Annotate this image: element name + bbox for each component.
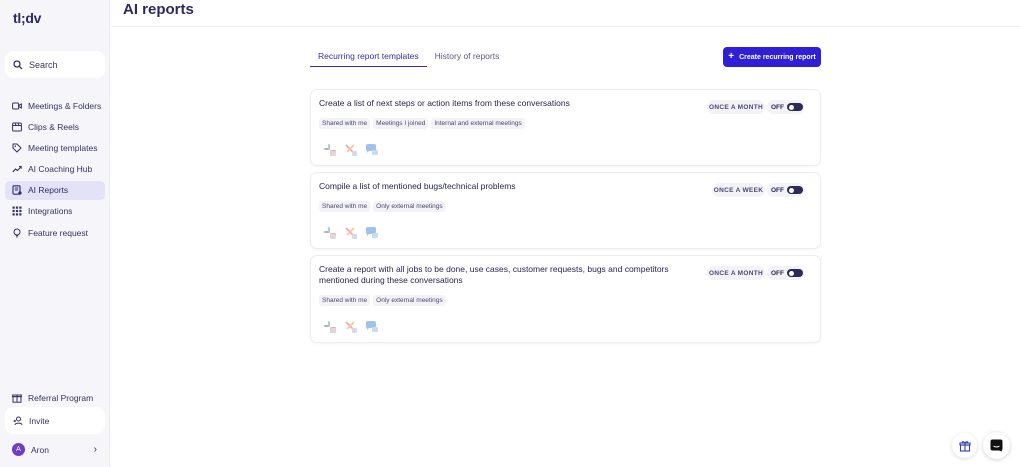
tools-icon (344, 320, 358, 334)
tag: Only external meetings (373, 201, 446, 212)
chat-icon (365, 226, 379, 240)
sidebar-item-label: Meeting templates (28, 142, 98, 153)
sidebar: tl;dv Search Meetings & Folders Clips & … (0, 0, 110, 467)
sidebar-item-templates[interactable]: Meeting templates (5, 138, 105, 157)
sidebar-item-meetings[interactable]: Meetings & Folders (5, 96, 105, 115)
trend-icon (12, 166, 22, 173)
page-header: AI reports (111, 0, 1020, 27)
gift-icon (958, 440, 971, 452)
search-icon (13, 59, 23, 69)
report-toggle[interactable]: OFF (767, 266, 804, 280)
gift-icon (12, 394, 22, 403)
search-button[interactable]: Search (5, 51, 105, 78)
gift-button[interactable] (952, 433, 977, 458)
video-icon (12, 102, 22, 109)
chat-icon (365, 143, 379, 157)
sidebar-item-feature-request[interactable]: Feature request (5, 223, 105, 242)
toggle-state: OFF (771, 269, 784, 277)
frequency-selector[interactable]: ONCE A WEEK (712, 183, 765, 197)
report-tags: Shared with me Meetings I joined Interna… (319, 118, 525, 129)
invite-button[interactable]: Invite (5, 407, 105, 434)
report-tags: Shared with me Only external meetings (319, 201, 446, 212)
page-title: AI reports (123, 1, 194, 18)
report-toggle[interactable]: OFF (767, 183, 804, 197)
referral-label: Referral Program (28, 392, 94, 403)
integration-icons (323, 320, 379, 334)
chevron-right-icon: › (93, 444, 97, 455)
tab-history[interactable]: History of reports (427, 46, 508, 67)
toggle-state: OFF (771, 103, 784, 111)
sidebar-nav: Meetings & Folders Clips & Reels Meeting… (5, 96, 105, 244)
report-card[interactable]: Create a list of next steps or action it… (310, 89, 821, 166)
user-name: Aron (31, 444, 49, 455)
tools-icon (344, 226, 358, 240)
slack-icon (323, 226, 337, 240)
tab-recurring-templates[interactable]: Recurring report templates (310, 46, 427, 67)
invite-label: Invite (29, 415, 50, 426)
sidebar-item-label: Meetings & Folders (28, 100, 102, 111)
create-button-label: Create recurring report (739, 53, 816, 61)
avatar: A (12, 443, 25, 456)
tag-icon (12, 143, 22, 153)
frequency-selector[interactable]: ONCE A MONTH (707, 266, 765, 280)
sidebar-item-label: Clips & Reels (28, 121, 80, 132)
toggle-state: OFF (771, 186, 784, 194)
user-menu[interactable]: A Aron › (5, 440, 105, 459)
toggle-switch-icon (787, 186, 803, 194)
sidebar-item-label: Integrations (28, 206, 73, 217)
frequency-selector[interactable]: ONCE A MONTH (707, 100, 765, 114)
tools-icon (344, 143, 358, 157)
report-title: Compile a list of mentioned bugs/technic… (319, 181, 516, 191)
chat-icon (990, 439, 1003, 452)
slack-icon (323, 143, 337, 157)
report-toggle[interactable]: OFF (767, 100, 804, 114)
plus-icon: + (728, 51, 735, 62)
report-tabs: Recurring report templates History of re… (310, 46, 507, 67)
grid-icon (12, 206, 22, 216)
create-recurring-report-button[interactable]: + Create recurring report (723, 47, 821, 67)
sidebar-item-integrations[interactable]: Integrations (5, 202, 105, 221)
report-card[interactable]: Create a report with all jobs to be done… (310, 255, 821, 343)
report-tags: Shared with me Only external meetings (319, 295, 446, 306)
app-logo[interactable]: tl;dv (13, 10, 41, 26)
integration-icons (323, 143, 379, 157)
report-title: Create a list of next steps or action it… (319, 98, 570, 108)
add-user-icon (13, 416, 23, 425)
tag: Internal and external meetings (431, 118, 525, 129)
clips-icon (12, 122, 22, 132)
sidebar-item-coaching[interactable]: AI Coaching Hub (5, 160, 105, 179)
tag: Shared with me (319, 118, 371, 129)
report-title: Create a report with all jobs to be done… (319, 264, 669, 285)
toggle-switch-icon (787, 269, 803, 277)
search-label: Search (29, 59, 58, 70)
sidebar-item-ai-reports[interactable]: AI Reports (5, 180, 105, 200)
integration-icons (323, 226, 379, 240)
bulb-icon (13, 228, 21, 238)
chat-support-button[interactable] (983, 432, 1010, 459)
toggle-switch-icon (787, 103, 803, 111)
sidebar-item-label: AI Reports (28, 185, 69, 196)
referral-program-link[interactable]: Referral Program (5, 388, 105, 407)
tag: Shared with me (319, 201, 371, 212)
report-icon (12, 185, 22, 195)
tag: Meetings I joined (373, 118, 429, 129)
tag: Shared with me (319, 295, 371, 306)
chat-icon (365, 320, 379, 334)
sidebar-item-clips[interactable]: Clips & Reels (5, 117, 105, 136)
slack-icon (323, 320, 337, 334)
sidebar-item-label: AI Coaching Hub (28, 164, 93, 175)
sidebar-item-label: Feature request (28, 227, 89, 238)
report-card[interactable]: Compile a list of mentioned bugs/technic… (310, 172, 821, 249)
tag: Only external meetings (373, 295, 446, 306)
